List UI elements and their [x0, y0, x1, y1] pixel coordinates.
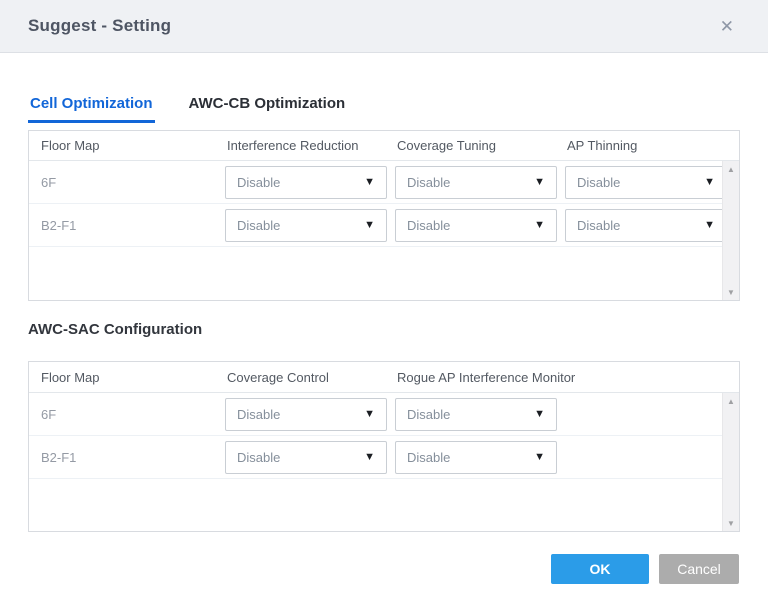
dialog-title: Suggest - Setting	[28, 16, 171, 36]
table-scrollbar[interactable]: ▲ ▼	[722, 161, 739, 300]
coverage-tuning-dropdown-b2f1[interactable]: Disable ▼	[395, 209, 557, 242]
table-header-row: Floor Map Coverage Control Rogue AP Inte…	[29, 362, 739, 393]
floor-map-label: B2-F1	[41, 450, 227, 465]
column-header-floor-map: Floor Map	[41, 370, 227, 385]
coverage-control-dropdown-6f[interactable]: Disable ▼	[225, 398, 387, 431]
column-header-ap-thinning: AP Thinning	[567, 138, 739, 153]
chevron-down-icon: ▼	[364, 452, 375, 463]
chevron-down-icon: ▼	[704, 220, 715, 231]
scroll-up-icon[interactable]: ▲	[723, 393, 739, 409]
suggest-setting-dialog: Suggest - Setting ✕ Cell Optimization AW…	[0, 0, 768, 606]
chevron-down-icon: ▼	[534, 452, 545, 463]
table-empty-area	[29, 247, 739, 300]
ap-thinning-dropdown-b2f1[interactable]: Disable ▼	[565, 209, 727, 242]
scroll-down-icon[interactable]: ▼	[723, 284, 739, 300]
column-header-interference-reduction: Interference Reduction	[227, 138, 397, 153]
cancel-button[interactable]: Cancel	[659, 554, 739, 584]
dropdown-value: Disable	[407, 407, 450, 422]
column-header-rogue-ap-interference-monitor: Rogue AP Interference Monitor	[397, 370, 739, 385]
chevron-down-icon: ▼	[534, 409, 545, 420]
chevron-down-icon: ▼	[534, 220, 545, 231]
dropdown-value: Disable	[237, 450, 280, 465]
column-header-coverage-control: Coverage Control	[227, 370, 397, 385]
table-body: 6F Disable ▼ Disable ▼	[29, 393, 739, 531]
rogue-ap-monitor-dropdown-6f[interactable]: Disable ▼	[395, 398, 557, 431]
dropdown-value: Disable	[407, 450, 450, 465]
coverage-tuning-dropdown-6f[interactable]: Disable ▼	[395, 166, 557, 199]
table-empty-area	[29, 479, 739, 531]
tab-awc-cb-optimization[interactable]: AWC-CB Optimization	[187, 95, 348, 123]
table-row: B2-F1 Disable ▼ Disable ▼	[29, 436, 739, 479]
column-header-coverage-tuning: Coverage Tuning	[397, 138, 567, 153]
dropdown-value: Disable	[577, 175, 620, 190]
column-header-floor-map: Floor Map	[41, 138, 227, 153]
ok-button[interactable]: OK	[551, 554, 649, 584]
awc-sac-configuration-heading: AWC-SAC Configuration	[28, 321, 740, 338]
dropdown-value: Disable	[237, 407, 280, 422]
coverage-control-dropdown-b2f1[interactable]: Disable ▼	[225, 441, 387, 474]
dialog-header: Suggest - Setting ✕	[0, 0, 768, 53]
dropdown-value: Disable	[237, 218, 280, 233]
table-scrollbar[interactable]: ▲ ▼	[722, 393, 739, 531]
cell-optimization-table: Floor Map Interference Reduction Coverag…	[28, 130, 740, 301]
scroll-down-icon[interactable]: ▼	[723, 515, 739, 531]
dropdown-value: Disable	[407, 218, 450, 233]
tab-bar: Cell Optimization AWC-CB Optimization	[28, 95, 740, 123]
table-header-row: Floor Map Interference Reduction Coverag…	[29, 131, 739, 161]
dialog-footer: OK Cancel	[28, 554, 740, 584]
ap-thinning-dropdown-6f[interactable]: Disable ▼	[565, 166, 727, 199]
floor-map-label: B2-F1	[41, 218, 227, 233]
dialog-body: Cell Optimization AWC-CB Optimization Fl…	[0, 95, 768, 584]
floor-map-label: 6F	[41, 407, 227, 422]
chevron-down-icon: ▼	[534, 177, 545, 188]
table-row: B2-F1 Disable ▼ Disable ▼	[29, 204, 739, 247]
interference-reduction-dropdown-b2f1[interactable]: Disable ▼	[225, 209, 387, 242]
close-icon[interactable]: ✕	[714, 14, 740, 39]
floor-map-label: 6F	[41, 175, 227, 190]
dropdown-value: Disable	[237, 175, 280, 190]
dropdown-value: Disable	[407, 175, 450, 190]
chevron-down-icon: ▼	[704, 177, 715, 188]
scroll-up-icon[interactable]: ▲	[723, 161, 739, 177]
dropdown-value: Disable	[577, 218, 620, 233]
interference-reduction-dropdown-6f[interactable]: Disable ▼	[225, 166, 387, 199]
table-row: 6F Disable ▼ Disable ▼	[29, 393, 739, 436]
chevron-down-icon: ▼	[364, 220, 375, 231]
rogue-ap-monitor-dropdown-b2f1[interactable]: Disable ▼	[395, 441, 557, 474]
tab-cell-optimization[interactable]: Cell Optimization	[28, 95, 155, 123]
chevron-down-icon: ▼	[364, 409, 375, 420]
table-row: 6F Disable ▼ Disable ▼	[29, 161, 739, 204]
awc-sac-configuration-table: Floor Map Coverage Control Rogue AP Inte…	[28, 361, 740, 532]
chevron-down-icon: ▼	[364, 177, 375, 188]
table-body: 6F Disable ▼ Disable ▼	[29, 161, 739, 300]
